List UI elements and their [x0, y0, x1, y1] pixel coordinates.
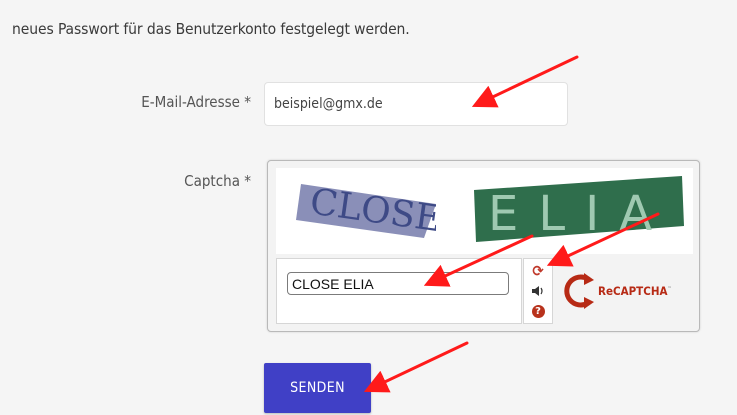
email-label: E-Mail-Adresse *	[141, 93, 251, 111]
email-input[interactable]	[264, 82, 568, 126]
help-icon[interactable]: ?	[529, 302, 547, 320]
send-button[interactable]: SENDEN	[264, 363, 371, 413]
recaptcha-widget: CLOSE ELIA ⟳ ? ReCAPTCHA™	[267, 160, 700, 332]
arrow-to-send	[363, 341, 469, 393]
recaptcha-logo: ReCAPTCHA™	[558, 258, 693, 324]
captcha-word-2: ELIA	[474, 176, 684, 242]
captcha-response-input[interactable]	[287, 272, 509, 295]
recaptcha-logo-icon	[564, 273, 594, 309]
captcha-word-2-text: ELIA	[488, 186, 672, 242]
refresh-icon[interactable]: ⟳	[529, 262, 547, 280]
intro-text: neues Passwort für das Benutzerkonto fes…	[12, 20, 410, 38]
captcha-word-1-text: CLOSE	[307, 181, 436, 238]
captcha-challenge-image: CLOSE ELIA	[276, 168, 693, 254]
captcha-word-1: CLOSE	[296, 181, 436, 238]
captcha-controls: ⟳ ?	[523, 258, 553, 324]
captcha-label: Captcha *	[184, 172, 251, 190]
captcha-response-area	[276, 258, 522, 324]
audio-icon[interactable]	[529, 282, 547, 300]
recaptcha-brand-text: ReCAPTCHA™	[598, 284, 672, 298]
